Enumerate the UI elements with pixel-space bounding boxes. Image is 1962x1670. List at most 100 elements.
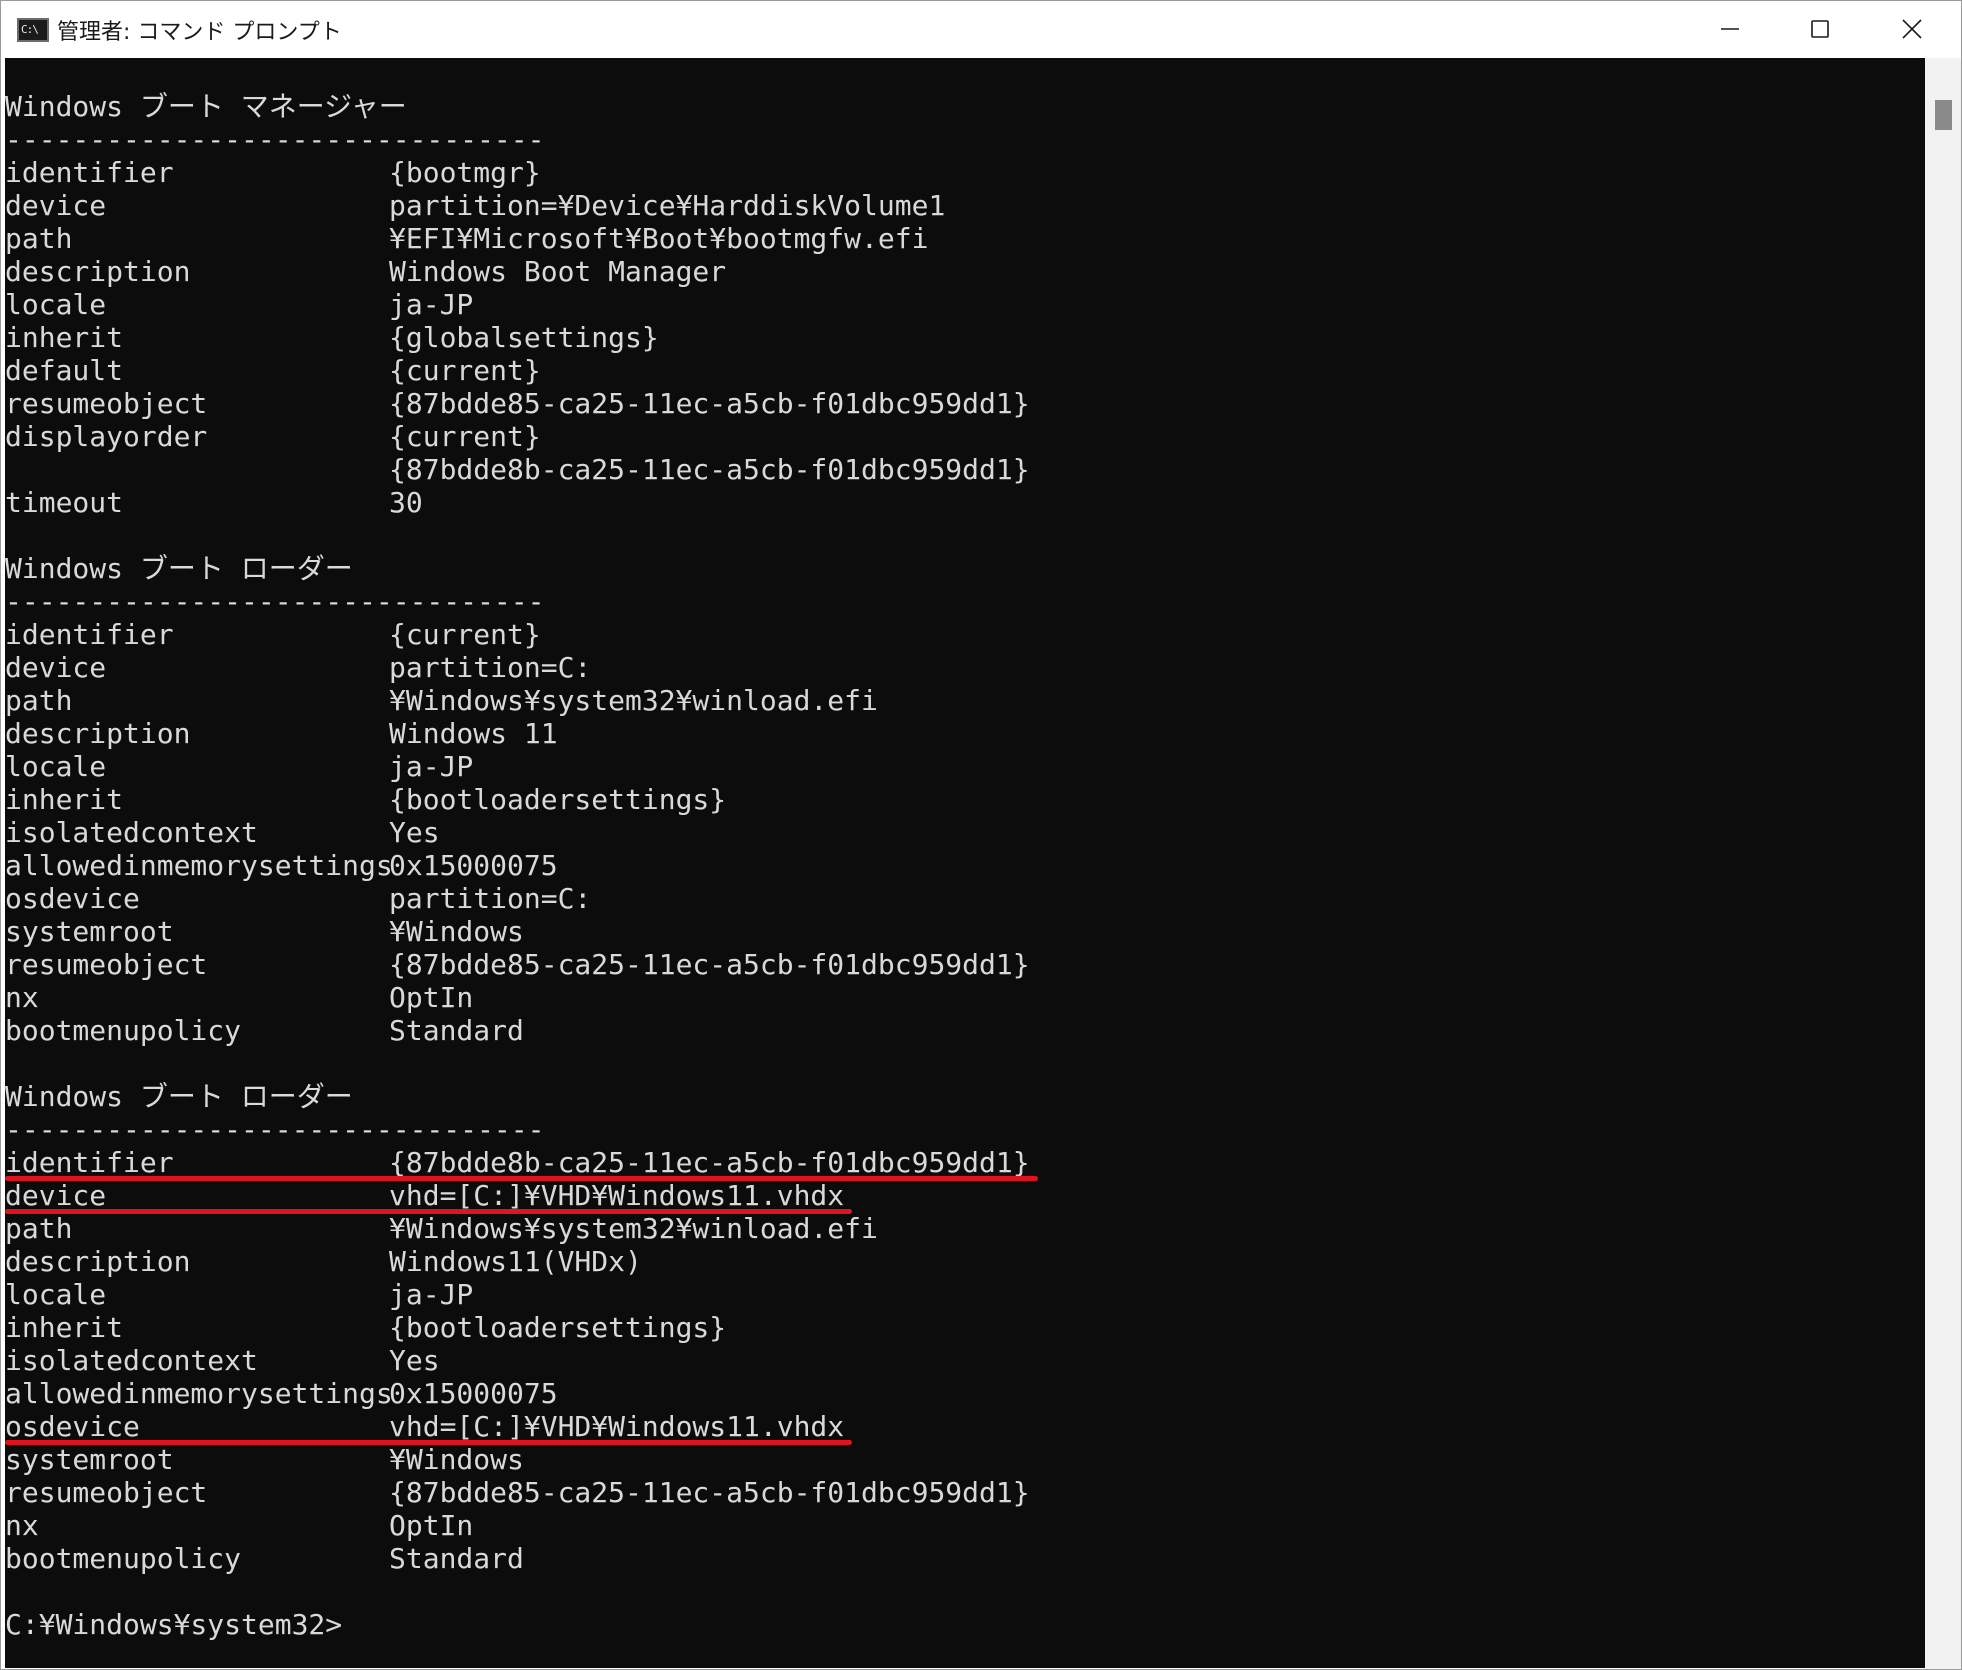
- entry-value: vhd=[C:]¥VHD¥Windows11.vhdx: [389, 1410, 845, 1443]
- prompt-text: C:¥Windows¥system32>: [5, 1608, 343, 1641]
- console-entry-row: description Windows Boot Manager: [5, 255, 1905, 288]
- title-bar[interactable]: C:\ 管理者: コマンド プロンプト: [1, 1, 1961, 57]
- entry-value: {current}: [389, 420, 541, 453]
- console-entry-row: identifier {current}: [5, 618, 1905, 651]
- console-entry-row: bootmenupolicy Standard: [5, 1014, 1905, 1047]
- section-header: Windows ブート ローダー: [5, 1080, 1905, 1113]
- console-entry-row: device vhd=[C:]¥VHD¥Windows11.vhdx: [5, 1179, 1905, 1214]
- console-entry-row: path ¥Windows¥system32¥winload.efi: [5, 1212, 1905, 1245]
- entry-key: resumeobject: [5, 1476, 208, 1509]
- console-entry-row: path ¥Windows¥system32¥winload.efi: [5, 684, 1905, 717]
- scrollbar-thumb[interactable]: [1935, 100, 1952, 130]
- command-prompt-line: C:¥Windows¥system32>: [5, 1608, 1905, 1641]
- section-header: Windows ブート ローダー: [5, 552, 1905, 585]
- entry-value: {globalsettings}: [389, 321, 659, 354]
- separator-text: --------------------------------: [5, 1113, 545, 1146]
- console-entry-row: {87bdde8b-ca25-11ec-a5cb-f01dbc959dd1}: [5, 453, 1905, 486]
- console-entry-row: device partition=C:: [5, 651, 1905, 684]
- entry-value: ¥Windows: [389, 1443, 524, 1476]
- entry-value: {bootmgr}: [389, 156, 541, 189]
- entry-value: partition=C:: [389, 651, 592, 684]
- minimize-button[interactable]: [1685, 1, 1775, 57]
- vertical-scrollbar[interactable]: [1925, 58, 1961, 1669]
- entry-key: osdevice: [5, 1410, 140, 1443]
- console-output-area[interactable]: Windows ブート マネージャー ----------------------…: [5, 58, 1925, 1668]
- console-entry-row: identifier {bootmgr}: [5, 156, 1905, 189]
- console-entry-row: bootmenupolicy Standard: [5, 1542, 1905, 1575]
- entry-value: {87bdde85-ca25-11ec-a5cb-f01dbc959dd1}: [389, 1476, 1030, 1509]
- maximize-button[interactable]: [1775, 1, 1865, 57]
- console-entry-row: nx OptIn: [5, 1509, 1905, 1542]
- console-entry-row: allowedinmemorysettings 0x15000075: [5, 849, 1905, 882]
- entry-key: nx: [5, 981, 39, 1014]
- entry-value: vhd=[C:]¥VHD¥Windows11.vhdx: [389, 1179, 845, 1212]
- console-lines: Windows ブート マネージャー ----------------------…: [5, 90, 1905, 1641]
- entry-key: bootmenupolicy: [5, 1542, 242, 1575]
- entry-key: nx: [5, 1509, 39, 1542]
- console-app-icon: C:\: [17, 18, 49, 42]
- entry-key: device: [5, 651, 107, 684]
- console-entry-row: displayorder {current}: [5, 420, 1905, 453]
- entry-key: locale: [5, 1278, 107, 1311]
- entry-value: {87bdde8b-ca25-11ec-a5cb-f01dbc959dd1}: [389, 453, 1030, 486]
- entry-value: Windows Boot Manager: [389, 255, 727, 288]
- section-title: Windows ブート ローダー: [5, 1080, 353, 1113]
- entry-value: {87bdde85-ca25-11ec-a5cb-f01dbc959dd1}: [389, 387, 1030, 420]
- console-entry-row: timeout 30: [5, 486, 1905, 519]
- entry-key: timeout: [5, 486, 124, 519]
- window-title: 管理者: コマンド プロンプト: [57, 20, 342, 45]
- console-entry-row: description Windows11(VHDx): [5, 1245, 1905, 1278]
- entry-value: Windows 11: [389, 717, 558, 750]
- section-separator: --------------------------------: [5, 585, 1905, 618]
- entry-value: {current}: [389, 354, 541, 387]
- entry-value: {bootloadersettings}: [389, 783, 727, 816]
- entry-key: description: [5, 255, 191, 288]
- entry-key: default: [5, 354, 124, 387]
- entry-value: Standard: [389, 1542, 524, 1575]
- section-title: Windows ブート マネージャー: [5, 90, 407, 123]
- entry-key: inherit: [5, 783, 124, 816]
- entry-value: ja-JP: [389, 750, 474, 783]
- close-button[interactable]: [1867, 1, 1957, 57]
- entry-key: allowedinmemorysettings: [5, 849, 393, 882]
- entry-key: bootmenupolicy: [5, 1014, 242, 1047]
- entry-key: description: [5, 717, 191, 750]
- console-entry-row: device partition=¥Device¥HarddiskVolume1: [5, 189, 1905, 222]
- entry-key: identifier: [5, 618, 174, 651]
- console-entry-row: systemroot ¥Windows: [5, 1443, 1905, 1476]
- maximize-icon: [1810, 19, 1830, 39]
- entry-key: systemroot: [5, 1443, 174, 1476]
- entry-key: path: [5, 1212, 73, 1245]
- entry-key: identifier: [5, 1146, 174, 1179]
- section-title: Windows ブート ローダー: [5, 552, 353, 585]
- close-icon: [1901, 18, 1923, 40]
- entry-key: device: [5, 189, 107, 222]
- console-entry-row: locale ja-JP: [5, 750, 1905, 783]
- entry-key: isolatedcontext: [5, 816, 258, 849]
- entry-value: ¥Windows¥system32¥winload.efi: [389, 1212, 878, 1245]
- console-entry-row: path ¥EFI¥Microsoft¥Boot¥bootmgfw.efi: [5, 222, 1905, 255]
- entry-key: isolatedcontext: [5, 1344, 258, 1377]
- entry-value: Yes: [389, 1344, 440, 1377]
- minimize-icon: [1720, 19, 1740, 39]
- entry-key: identifier: [5, 156, 174, 189]
- entry-value: 0x15000075: [389, 1377, 558, 1410]
- entry-value: {current}: [389, 618, 541, 651]
- entry-value: partition=C:: [389, 882, 592, 915]
- entry-key: inherit: [5, 321, 124, 354]
- console-entry-row: inherit {globalsettings}: [5, 321, 1905, 354]
- console-entry-row: isolatedcontext Yes: [5, 816, 1905, 849]
- entry-key: allowedinmemorysettings: [5, 1377, 393, 1410]
- entry-value: 0x15000075: [389, 849, 558, 882]
- console-entry-row: description Windows 11: [5, 717, 1905, 750]
- entry-value: Windows11(VHDx): [389, 1245, 642, 1278]
- entry-key: locale: [5, 750, 107, 783]
- entry-value: {87bdde85-ca25-11ec-a5cb-f01dbc959dd1}: [389, 948, 1030, 981]
- console-entry-row: osdevice partition=C:: [5, 882, 1905, 915]
- separator-text: --------------------------------: [5, 123, 545, 156]
- section-header: Windows ブート マネージャー: [5, 90, 1905, 123]
- console-entry-row: isolatedcontext Yes: [5, 1344, 1905, 1377]
- entry-key: path: [5, 684, 73, 717]
